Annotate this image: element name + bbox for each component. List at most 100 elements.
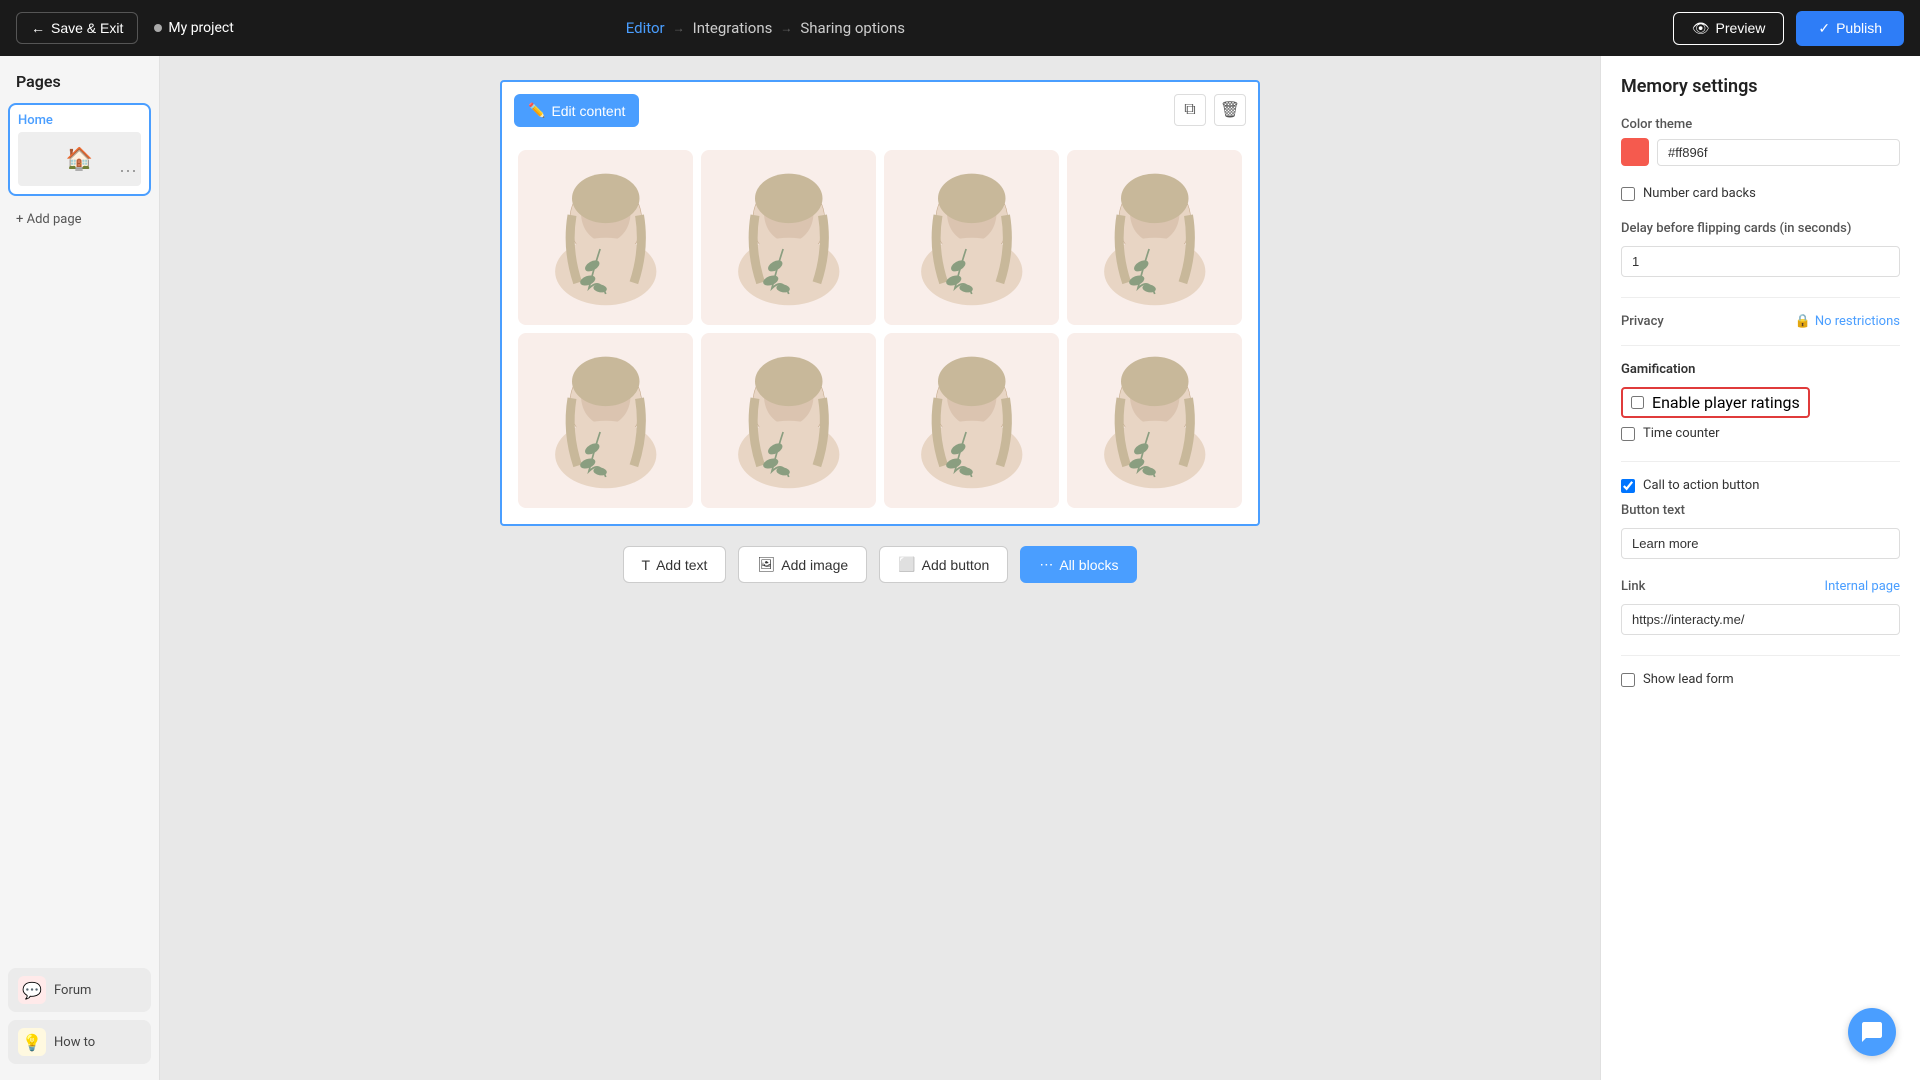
page-card-more-icon[interactable]: ⋯ [119, 161, 137, 182]
toolbar-strip: T Add text 🖼 Add image ⬜ Add button ⋯ Al… [623, 546, 1138, 583]
grid-icon: ⋯ [1039, 556, 1053, 573]
publish-button[interactable]: ✓ Publish [1796, 11, 1904, 46]
nav-step-editor[interactable]: Editor [626, 19, 665, 37]
memory-card-3[interactable] [884, 150, 1059, 325]
divider-3 [1621, 461, 1900, 462]
add-page-button[interactable]: + Add page [8, 204, 151, 235]
forum-icon: 💬 [18, 976, 46, 1004]
add-image-label: Add image [781, 557, 848, 573]
add-page-label: + Add page [16, 212, 82, 227]
howto-label: How to [54, 1035, 95, 1050]
privacy-value-text: No restrictions [1815, 314, 1900, 329]
top-nav: ← Save & Exit My project Editor → Integr… [0, 0, 1920, 56]
show-lead-form-checkbox[interactable] [1621, 673, 1635, 687]
main-layout: Pages Home 🏠 ⋯ + Add page 💬 Forum 💡 How … [0, 0, 1920, 1080]
add-text-label: Add text [656, 557, 707, 573]
add-button-label: Add button [922, 557, 990, 573]
nav-steps: Editor → Integrations → Sharing options [626, 19, 905, 37]
time-counter-row: Time counter [1621, 426, 1900, 441]
button-text-input[interactable] [1621, 528, 1900, 559]
call-to-action-section: Call to action button Button text [1621, 478, 1900, 559]
memory-card-1[interactable] [518, 150, 693, 325]
sidebar-item-howto[interactable]: 💡 How to [8, 1020, 151, 1064]
number-card-backs-checkbox[interactable] [1621, 187, 1635, 201]
sidebar-bottom: 💬 Forum 💡 How to [8, 968, 151, 1064]
gamification-label: Gamification [1621, 362, 1900, 377]
nav-arrow-2: → [780, 21, 792, 35]
nav-step-sharing[interactable]: Sharing options [800, 19, 905, 37]
image-icon: 🖼 [757, 556, 775, 573]
edit-content-label: Edit content [551, 103, 625, 119]
lock-icon: 🔒 [1795, 314, 1811, 329]
howto-icon: 💡 [18, 1028, 46, 1056]
color-theme-label: Color theme [1621, 117, 1900, 132]
sidebar-title: Pages [8, 72, 151, 103]
color-theme-section: Color theme [1621, 117, 1900, 166]
link-row: Link Internal page [1621, 579, 1900, 594]
divider-4 [1621, 655, 1900, 656]
time-counter-label[interactable]: Time counter [1643, 426, 1720, 441]
memory-card-6[interactable] [701, 333, 876, 508]
enable-player-ratings-highlighted: Enable player ratings [1621, 387, 1810, 418]
save-exit-button[interactable]: ← Save & Exit [16, 12, 138, 44]
publish-label: Publish [1836, 20, 1882, 36]
memory-card-8[interactable] [1067, 333, 1242, 508]
add-image-button[interactable]: 🖼 Add image [738, 546, 867, 583]
call-to-action-checkbox[interactable] [1621, 479, 1635, 493]
show-lead-form-label[interactable]: Show lead form [1643, 672, 1734, 687]
text-icon: T [642, 557, 651, 573]
show-lead-form-row: Show lead form [1621, 672, 1900, 687]
add-button-button[interactable]: ⬜ Add button [879, 546, 1008, 583]
nav-step-integrations[interactable]: Integrations [693, 19, 773, 37]
project-status-dot [154, 24, 162, 32]
check-icon: ✓ [1818, 20, 1830, 37]
nav-arrow-1: → [673, 21, 685, 35]
memory-card-5[interactable] [518, 333, 693, 508]
link-url-input[interactable] [1621, 604, 1900, 635]
eye-icon: 👁 [1692, 20, 1710, 37]
divider-2 [1621, 345, 1900, 346]
link-section: Link Internal page [1621, 579, 1900, 635]
show-lead-form-section: Show lead form [1621, 672, 1900, 687]
enable-player-ratings-label[interactable]: Enable player ratings [1652, 393, 1800, 412]
delete-icon-button[interactable]: 🗑 [1214, 94, 1246, 126]
privacy-label: Privacy [1621, 314, 1664, 329]
preview-button[interactable]: 👁 Preview [1673, 12, 1785, 45]
sidebar-item-forum[interactable]: 💬 Forum [8, 968, 151, 1012]
back-arrow-icon: ← [31, 20, 45, 36]
chat-button[interactable] [1848, 1008, 1896, 1056]
memory-card-grid [518, 98, 1242, 508]
memory-card-2[interactable] [701, 150, 876, 325]
save-exit-label: Save & Exit [51, 20, 123, 36]
privacy-value[interactable]: 🔒 No restrictions [1795, 314, 1900, 329]
sidebar: Pages Home 🏠 ⋯ + Add page 💬 Forum 💡 How … [0, 56, 160, 1080]
page-card-home[interactable]: Home 🏠 ⋯ [8, 103, 151, 196]
number-card-backs-label[interactable]: Number card backs [1643, 186, 1756, 201]
memory-card-7[interactable] [884, 333, 1059, 508]
all-blocks-button[interactable]: ⋯ All blocks [1020, 546, 1137, 583]
time-counter-checkbox[interactable] [1621, 427, 1635, 441]
edit-content-button[interactable]: ✏️ Edit content [514, 94, 639, 127]
page-card-home-thumb: 🏠 ⋯ [18, 132, 141, 186]
enable-player-ratings-checkbox[interactable] [1631, 396, 1644, 409]
call-to-action-row: Call to action button [1621, 478, 1900, 493]
divider-1 [1621, 297, 1900, 298]
number-card-backs-section: Number card backs [1621, 186, 1900, 201]
privacy-row: Privacy 🔒 No restrictions [1621, 314, 1900, 329]
canvas-wrapper: ✏️ Edit content ⧉ 🗑 [500, 80, 1260, 526]
nav-right: 👁 Preview ✓ Publish [1673, 11, 1904, 46]
color-input[interactable] [1657, 139, 1900, 166]
copy-icon-button[interactable]: ⧉ [1174, 94, 1206, 126]
color-swatch[interactable] [1621, 138, 1649, 166]
forum-label: Forum [54, 983, 91, 998]
link-type[interactable]: Internal page [1825, 579, 1900, 594]
button-icon: ⬜ [898, 556, 915, 573]
call-to-action-label[interactable]: Call to action button [1643, 478, 1759, 493]
right-panel: Memory settings Color theme Number card … [1600, 56, 1920, 1080]
add-text-button[interactable]: T Add text [623, 546, 727, 583]
delay-input[interactable] [1621, 246, 1900, 277]
canvas-area: ✏️ Edit content ⧉ 🗑 [160, 56, 1600, 1080]
delay-label: Delay before flipping cards (in seconds) [1621, 221, 1900, 236]
panel-title: Memory settings [1621, 76, 1900, 97]
memory-card-4[interactable] [1067, 150, 1242, 325]
